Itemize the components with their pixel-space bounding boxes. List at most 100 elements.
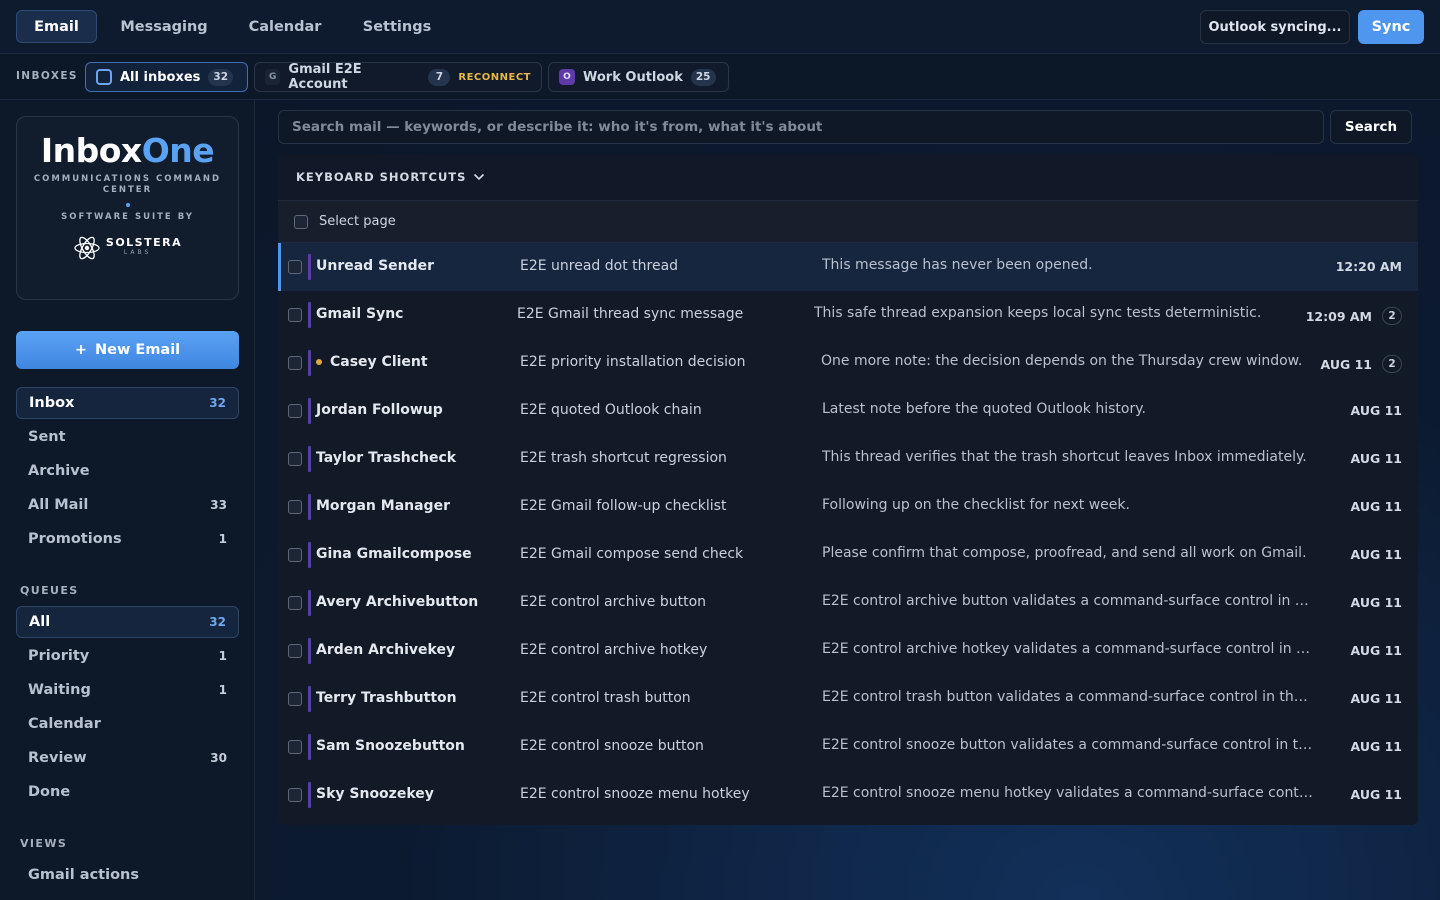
tab-calendar[interactable]: Calendar — [240, 10, 330, 43]
priority-dot-icon — [316, 359, 322, 365]
row-subject: E2E quoted Outlook chain — [520, 402, 702, 418]
inbox-square-icon — [96, 69, 112, 85]
plus-icon: + — [74, 342, 87, 358]
inbox-chip-gmail[interactable]: G Gmail E2E Account 7 RECONNECT — [254, 62, 542, 92]
row-sender-name: Sky Snoozekey — [316, 786, 434, 802]
row-sender: Jordan Followup — [316, 402, 443, 418]
atom-icon — [74, 236, 100, 260]
row-time: 12:20 AM — [1335, 259, 1402, 274]
mail-row[interactable]: Jordan Followup E2E quoted Outlook chain L… — [278, 387, 1418, 435]
top-nav: Email Messaging Calendar Settings Outloo… — [0, 0, 1440, 54]
inbox-chip-outlook[interactable]: O Work Outlook 25 — [548, 62, 729, 92]
row-sender: Sky Snoozekey — [316, 786, 434, 802]
queue-item-label: Waiting — [28, 682, 91, 698]
sidebar-item-archive[interactable]: Archive — [16, 455, 239, 487]
row-checkbox[interactable] — [288, 740, 302, 754]
brand-name-main: Inbox — [40, 131, 142, 170]
row-sender: Gina Gmailcompose — [316, 546, 472, 562]
row-sender-name: Casey Client — [330, 354, 428, 370]
account-color-bar — [308, 446, 311, 472]
mail-row[interactable]: Sky Snoozekey E2E control snooze menu hot… — [278, 771, 1418, 819]
mail-row[interactable]: Morgan Manager E2E Gmail follow-up checkl… — [278, 483, 1418, 531]
queue-item-all[interactable]: All 32 — [16, 606, 239, 638]
inbox-chip-all[interactable]: All inboxes 32 — [85, 62, 248, 92]
queue-item-label: Done — [28, 784, 71, 800]
sidebar-item-all-mail[interactable]: All Mail 33 — [16, 489, 239, 521]
queue-item-calendar[interactable]: Calendar — [16, 708, 239, 740]
tab-settings[interactable]: Settings — [354, 10, 440, 43]
inbox-chip-label: All inboxes — [120, 69, 201, 85]
row-time: AUG 11 — [1320, 356, 1372, 372]
queue-item-priority[interactable]: Priority 1 — [16, 640, 239, 672]
row-checkbox[interactable] — [288, 548, 302, 562]
inbox-chip-label: Gmail E2E Account — [288, 62, 362, 92]
queue-item-count: 30 — [210, 751, 227, 765]
row-time: AUG 11 — [1350, 739, 1402, 754]
row-time: AUG 11 — [1350, 499, 1402, 514]
search-input[interactable] — [278, 110, 1324, 144]
account-color-bar — [308, 638, 311, 664]
row-sender: Morgan Manager — [316, 498, 450, 514]
view-item-gmail-actions[interactable]: Gmail actions — [16, 859, 239, 891]
brand-card: InboxOne COMMUNICATIONS COMMAND CENTER S… — [16, 116, 239, 300]
queue-item-review[interactable]: Review 30 — [16, 742, 239, 774]
sidebar-item-promotions[interactable]: Promotions 1 — [16, 523, 239, 555]
row-meta: AUG 11 — [1351, 403, 1402, 418]
row-subject: E2E Gmail compose send check — [520, 546, 744, 562]
search-button[interactable]: Search — [1330, 110, 1412, 144]
sidebar-item-sent[interactable]: Sent — [16, 421, 239, 453]
sync-button[interactable]: Sync — [1358, 10, 1424, 44]
mail-rows: Unread Sender E2E unread dot thread This m… — [278, 243, 1418, 819]
row-preview: This message has never been opened. — [822, 257, 1093, 273]
row-preview: E2E control archive hotkey validates a c… — [822, 641, 1314, 657]
row-checkbox[interactable] — [288, 356, 302, 370]
row-checkbox[interactable] — [288, 404, 302, 418]
mail-row[interactable]: Unread Sender E2E unread dot thread This m… — [278, 243, 1418, 291]
select-page-bar: Select page — [278, 201, 1418, 243]
row-meta: AUG 11 — [1351, 451, 1402, 466]
row-meta: AUG 11 — [1351, 691, 1402, 706]
row-checkbox[interactable] — [288, 596, 302, 610]
row-checkbox[interactable] — [288, 452, 302, 466]
row-checkbox[interactable] — [288, 260, 302, 274]
inbox-chip-count: 25 — [690, 68, 716, 86]
mail-row[interactable]: Gmail Sync E2E Gmail thread sync message T… — [278, 291, 1418, 339]
row-checkbox[interactable] — [288, 308, 302, 322]
queue-item-done[interactable]: Done — [16, 776, 239, 808]
account-color-bar — [308, 782, 311, 808]
row-subject: E2E control archive button — [520, 594, 707, 610]
row-meta: AUG 11 — [1351, 787, 1402, 802]
account-color-bar — [308, 350, 311, 376]
row-checkbox[interactable] — [288, 644, 302, 658]
sidebar-item-label: Sent — [28, 429, 66, 445]
keyboard-shortcuts-toggle[interactable]: KEYBOARD SHORTCUTS — [278, 154, 1418, 201]
row-checkbox[interactable] — [288, 692, 302, 706]
sidebar-item-inbox[interactable]: Inbox 32 — [16, 387, 239, 419]
account-color-bar — [308, 734, 311, 760]
mail-row[interactable]: Taylor Trashcheck E2E trash shortcut regr… — [278, 435, 1418, 483]
mail-row[interactable]: Arden Archivekey E2E control archive hotk… — [278, 627, 1418, 675]
row-sender-name: Gina Gmailcompose — [316, 546, 472, 562]
row-checkbox[interactable] — [288, 500, 302, 514]
mail-row[interactable]: Avery Archivebutton E2E control archive b… — [278, 579, 1418, 627]
row-time: AUG 11 — [1350, 595, 1402, 610]
tab-messaging[interactable]: Messaging — [112, 10, 216, 43]
mail-row[interactable]: Casey Client E2E priority installation de… — [278, 339, 1418, 387]
row-sender: Casey Client — [316, 354, 428, 370]
row-subject: E2E unread dot thread — [520, 258, 679, 274]
tab-email[interactable]: Email — [16, 10, 97, 43]
reconnect-link[interactable]: RECONNECT — [458, 72, 531, 83]
row-preview: E2E control snooze button validates a co… — [822, 737, 1314, 753]
row-time: AUG 11 — [1350, 403, 1402, 418]
row-checkbox[interactable] — [288, 788, 302, 802]
select-page-checkbox[interactable] — [294, 214, 308, 229]
mail-row[interactable]: Terry Trashbutton E2E control trash butto… — [278, 675, 1418, 723]
mail-row[interactable]: Sam Snoozebutton E2E control snooze butto… — [278, 723, 1418, 771]
row-sender-name: Avery Archivebutton — [316, 594, 479, 610]
new-email-button[interactable]: + New Email — [16, 331, 239, 369]
row-sender: Terry Trashbutton — [316, 690, 457, 706]
mail-row[interactable]: Gina Gmailcompose E2E Gmail compose send … — [278, 531, 1418, 579]
queue-item-waiting[interactable]: Waiting 1 — [16, 674, 239, 706]
account-color-bar — [308, 398, 311, 424]
row-meta: AUG 11 — [1351, 739, 1402, 754]
